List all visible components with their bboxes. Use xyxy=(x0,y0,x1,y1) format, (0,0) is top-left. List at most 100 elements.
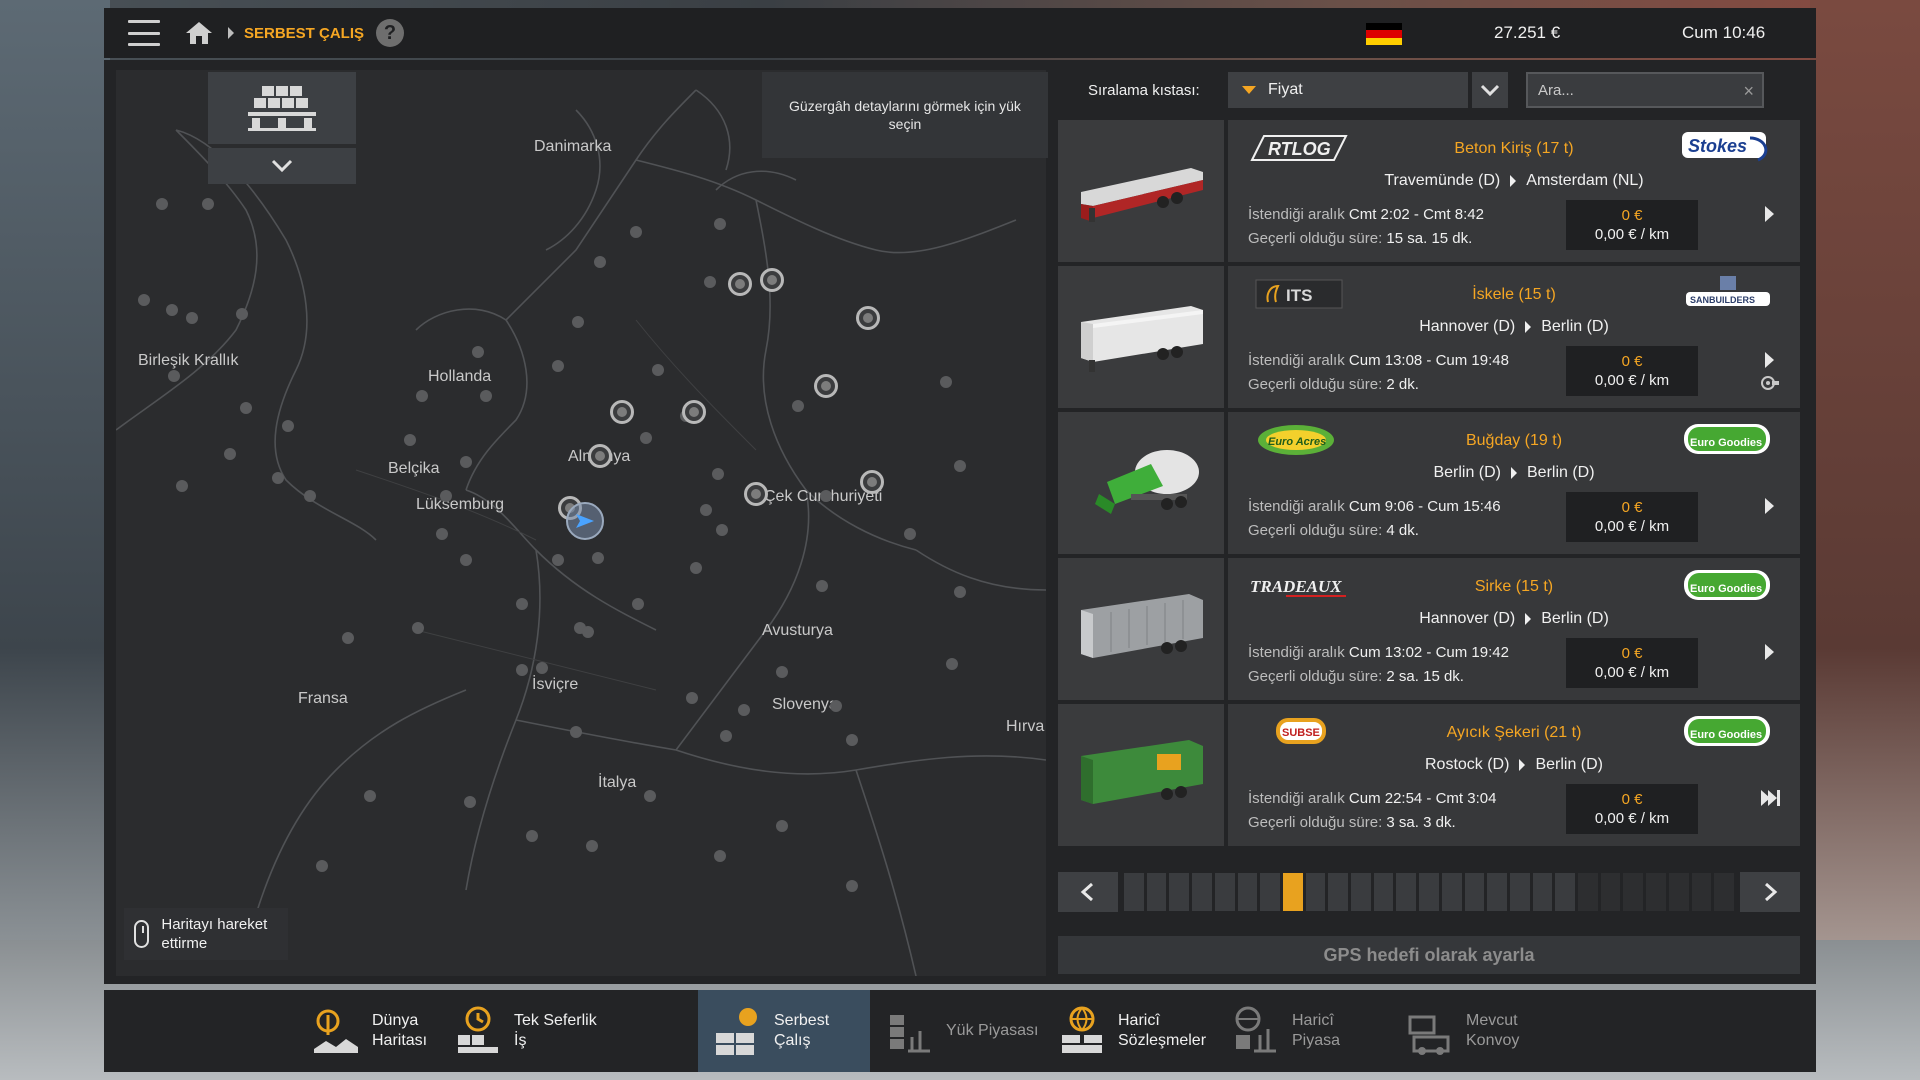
city-dot[interactable] xyxy=(552,554,564,566)
page-cell[interactable] xyxy=(1396,873,1417,911)
help-icon[interactable]: ? xyxy=(376,19,405,47)
city-dot[interactable] xyxy=(168,370,180,382)
search-box[interactable]: × xyxy=(1526,72,1764,108)
city-dot[interactable] xyxy=(516,664,528,676)
city-dot[interactable] xyxy=(716,524,728,536)
company-ring[interactable] xyxy=(610,400,634,424)
city-dot[interactable] xyxy=(940,376,952,388)
city-dot[interactable] xyxy=(240,402,252,414)
nav-cargo-market[interactable]: Yük Piyasası xyxy=(884,990,1064,1072)
city-dot[interactable] xyxy=(272,472,284,484)
city-dot[interactable] xyxy=(630,226,642,238)
city-dot[interactable] xyxy=(236,308,248,320)
city-dot[interactable] xyxy=(552,360,564,372)
city-dot[interactable] xyxy=(440,490,452,502)
city-dot[interactable] xyxy=(516,598,528,610)
page-cell[interactable] xyxy=(1441,873,1462,911)
city-dot[interactable] xyxy=(460,456,472,468)
city-dot[interactable] xyxy=(472,346,484,358)
nav-quick-job[interactable]: Tek Seferlik İş xyxy=(452,990,622,1072)
chevron-right-icon[interactable] xyxy=(1765,352,1774,368)
page-cell[interactable] xyxy=(1282,873,1303,911)
city-dot[interactable] xyxy=(632,598,644,610)
city-dot[interactable] xyxy=(720,730,732,742)
page-cell[interactable] xyxy=(1192,873,1212,911)
next-page-button[interactable] xyxy=(1740,872,1800,912)
chevron-right-icon[interactable] xyxy=(1765,498,1774,514)
job-card[interactable]: TRADEAUX Sirke (15 t) Euro Goodies Hanno… xyxy=(1058,558,1800,700)
chevron-right-icon[interactable] xyxy=(1765,644,1774,660)
clear-search-icon[interactable]: × xyxy=(1743,81,1754,102)
page-cell[interactable] xyxy=(1305,873,1326,911)
page-cell[interactable] xyxy=(1328,873,1349,911)
company-ring[interactable] xyxy=(682,400,706,424)
city-dot[interactable] xyxy=(714,218,726,230)
cargo-filter-button[interactable] xyxy=(208,72,356,144)
city-dot[interactable] xyxy=(904,528,916,540)
nav-external-market[interactable]: Haricî Piyasa xyxy=(1230,990,1380,1072)
express-delivery-icon[interactable] xyxy=(1761,790,1780,806)
city-dot[interactable] xyxy=(830,700,842,712)
page-cell[interactable] xyxy=(1578,873,1598,911)
city-dot[interactable] xyxy=(644,790,656,802)
page-cell[interactable] xyxy=(1532,873,1553,911)
city-dot[interactable] xyxy=(316,860,328,872)
city-dot[interactable] xyxy=(186,312,198,324)
city-dot[interactable] xyxy=(690,562,702,574)
city-dot[interactable] xyxy=(480,390,492,402)
city-dot[interactable] xyxy=(176,480,188,492)
city-dot[interactable] xyxy=(364,790,376,802)
previous-page-button[interactable] xyxy=(1058,872,1118,912)
city-dot[interactable] xyxy=(816,580,828,592)
nav-external-contracts[interactable]: Haricî Sözleşmeler xyxy=(1056,990,1226,1072)
nav-freight-market[interactable]: Serbest Çalış xyxy=(698,990,870,1072)
nav-world-map[interactable]: Dünya Haritası xyxy=(310,990,470,1072)
city-dot[interactable] xyxy=(846,734,858,746)
city-dot[interactable] xyxy=(156,198,168,210)
city-dot[interactable] xyxy=(342,632,354,644)
city-dot[interactable] xyxy=(464,796,476,808)
chevron-right-icon[interactable] xyxy=(1765,206,1774,222)
company-ring[interactable] xyxy=(744,482,768,506)
city-dot[interactable] xyxy=(304,490,316,502)
page-indicator[interactable] xyxy=(1124,873,1734,911)
company-ring[interactable] xyxy=(814,374,838,398)
city-dot[interactable] xyxy=(586,840,598,852)
page-cell[interactable] xyxy=(1169,873,1190,911)
job-map[interactable]: Danimarka Birleşik Krallık Hollanda Belç… xyxy=(116,70,1046,976)
city-dot[interactable] xyxy=(738,704,750,716)
page-cell[interactable] xyxy=(1555,873,1576,911)
home-icon[interactable] xyxy=(184,20,214,46)
city-dot[interactable] xyxy=(776,820,788,832)
city-dot[interactable] xyxy=(536,662,548,674)
job-card[interactable]: ITS İskele (15 t) SANBUILDERS Hannover (… xyxy=(1058,266,1800,408)
company-ring[interactable] xyxy=(860,470,884,494)
city-dot[interactable] xyxy=(570,726,582,738)
city-dot[interactable] xyxy=(594,256,606,268)
page-cell[interactable] xyxy=(1668,873,1689,911)
page-cell[interactable] xyxy=(1600,873,1621,911)
sort-select[interactable]: Fiyat xyxy=(1228,72,1468,108)
job-card[interactable]: Euro Acres Buğday (19 t) Euro Goodies Be… xyxy=(1058,412,1800,554)
city-dot[interactable] xyxy=(954,586,966,598)
sort-dropdown-button[interactable] xyxy=(1472,72,1508,108)
city-dot[interactable] xyxy=(412,622,424,634)
page-cell[interactable] xyxy=(1487,873,1507,911)
page-cell[interactable] xyxy=(1237,873,1258,911)
company-ring[interactable] xyxy=(728,272,752,296)
city-dot[interactable] xyxy=(138,294,150,306)
city-dot[interactable] xyxy=(954,460,966,472)
city-dot[interactable] xyxy=(846,880,858,892)
city-dot[interactable] xyxy=(460,554,472,566)
page-cell[interactable] xyxy=(1509,873,1530,911)
city-dot[interactable] xyxy=(700,504,712,516)
city-dot[interactable] xyxy=(686,692,698,704)
page-cell[interactable] xyxy=(1464,873,1485,911)
page-cell[interactable] xyxy=(1419,873,1439,911)
city-dot[interactable] xyxy=(652,364,664,376)
city-dot[interactable] xyxy=(282,420,294,432)
city-dot[interactable] xyxy=(714,850,726,862)
page-cell[interactable] xyxy=(1351,873,1371,911)
city-dot[interactable] xyxy=(712,468,724,480)
company-ring[interactable] xyxy=(856,306,880,330)
